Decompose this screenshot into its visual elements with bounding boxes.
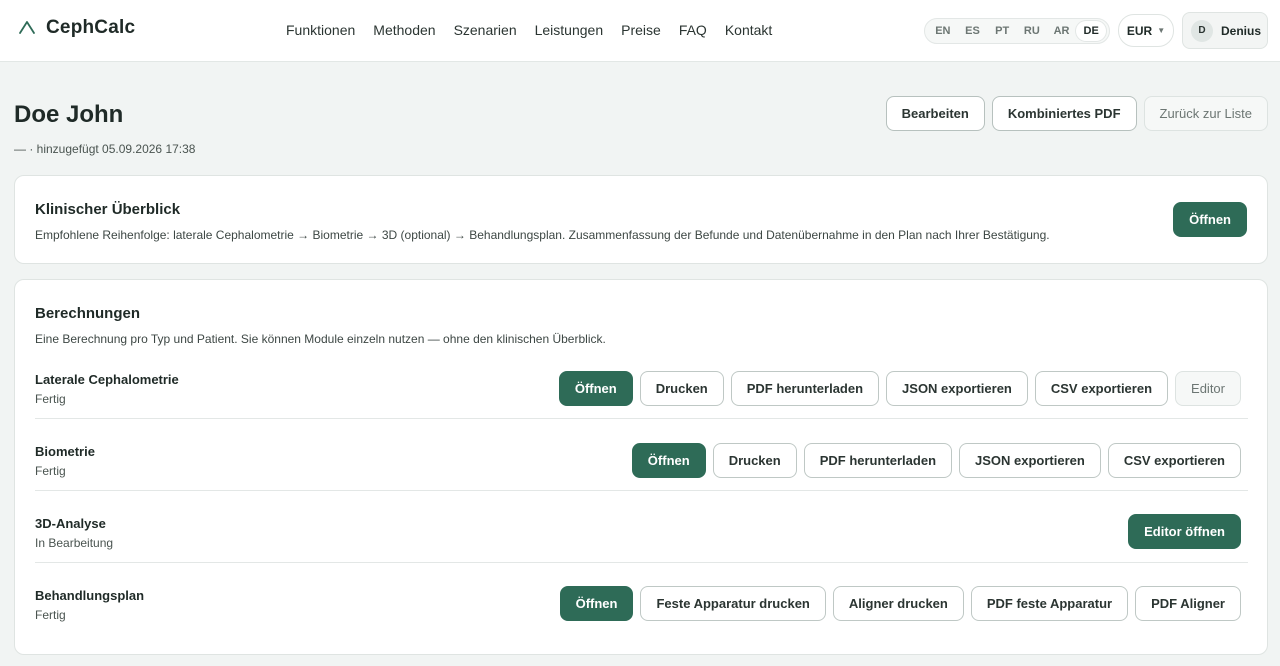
row-status: In Bearbeitung	[35, 536, 114, 550]
patient-meta: — · hinzugefügt 05.09.2026 17:38	[14, 142, 196, 156]
3d-open-editor-button[interactable]: Editor öffnen	[1128, 514, 1241, 549]
biometry-export-json-button[interactable]: JSON exportieren	[959, 443, 1101, 478]
currency-value: EUR	[1126, 23, 1153, 38]
overview-title: Klinischer Überblick	[35, 201, 181, 218]
biometry-download-pdf-button[interactable]: PDF herunterladen	[803, 443, 953, 478]
overview-description: Empfohlene Reihenfolge: laterale Cephalo…	[35, 228, 1050, 242]
nav-item-szenarien[interactable]: Szenarien	[454, 22, 517, 38]
row-name: Biometrie	[35, 444, 95, 459]
currency-select[interactable]: EUR ▼	[1118, 14, 1174, 47]
combined-pdf-button[interactable]: Kombiniertes PDF	[991, 96, 1137, 131]
plan-print-aligner-button[interactable]: Aligner drucken	[832, 586, 964, 621]
lang-pt[interactable]: PT	[987, 21, 1017, 41]
brand-name: CephCalc	[46, 17, 136, 38]
row-name: 3D-Analyse	[35, 516, 106, 531]
row-actions: Öffnen Drucken PDF herunterladen JSON ex…	[631, 443, 1241, 478]
top-navigation-bar: CephCalc Funktionen Methoden Szenarien L…	[0, 0, 1280, 62]
row-name: Behandlungsplan	[35, 588, 145, 603]
back-to-list-button[interactable]: Zurück zur Liste	[1143, 96, 1268, 131]
lang-ar[interactable]: AR	[1047, 21, 1077, 41]
calculations-card: Berechnungen Eine Berechnung pro Typ und…	[14, 279, 1268, 655]
brand-logo[interactable]: CephCalc	[16, 17, 135, 39]
biometry-export-csv-button[interactable]: CSV exportieren	[1107, 443, 1241, 478]
chevron-down-icon: ▼	[1157, 26, 1166, 35]
row-actions: Öffnen Feste Apparatur drucken Aligner d…	[559, 586, 1241, 621]
plan-open-button[interactable]: Öffnen	[559, 586, 634, 621]
edit-button[interactable]: Bearbeiten	[885, 96, 985, 131]
nav-item-faq[interactable]: FAQ	[679, 22, 707, 38]
calculations-title: Berechnungen	[35, 305, 141, 322]
user-menu-button[interactable]: D Denius	[1182, 12, 1268, 49]
ceph-open-button[interactable]: Öffnen	[558, 371, 633, 406]
plan-print-fixed-button[interactable]: Feste Apparatur drucken	[640, 586, 826, 621]
avatar: D	[1191, 19, 1213, 42]
main-nav: Funktionen Methoden Szenarien Leistungen…	[286, 22, 772, 38]
nav-item-funktionen[interactable]: Funktionen	[286, 22, 355, 38]
ceph-editor-button[interactable]: Editor	[1175, 371, 1241, 406]
language-switcher: EN ES PT RU AR DE	[924, 18, 1110, 44]
calc-row-3d-analysis: 3D-Analyse In Bearbeitung Editor öffnen	[35, 491, 1248, 563]
calc-row-lateral-cephalometry: Laterale Cephalometrie Fertig Öffnen Dru…	[35, 347, 1248, 419]
calc-row-treatment-plan: Behandlungsplan Fertig Öffnen Feste Appa…	[35, 563, 1248, 635]
page-title: Doe John	[14, 101, 124, 128]
row-status: Fertig	[35, 392, 66, 406]
user-name: Denius	[1221, 23, 1262, 38]
ceph-print-button[interactable]: Drucken	[639, 371, 724, 406]
row-status: Fertig	[35, 464, 66, 478]
patient-actions: Bearbeiten Kombiniertes PDF Zurück zur L…	[885, 96, 1268, 131]
biometry-open-button[interactable]: Öffnen	[631, 443, 706, 478]
calc-row-biometry: Biometrie Fertig Öffnen Drucken PDF heru…	[35, 419, 1248, 491]
nav-item-preise[interactable]: Preise	[621, 22, 661, 38]
logo-icon	[19, 21, 35, 34]
overview-open-button[interactable]: Öffnen	[1173, 202, 1247, 237]
ceph-download-pdf-button[interactable]: PDF herunterladen	[730, 371, 880, 406]
plan-pdf-fixed-button[interactable]: PDF feste Apparatur	[970, 586, 1129, 621]
row-actions: Öffnen Drucken PDF herunterladen JSON ex…	[558, 371, 1241, 406]
nav-item-leistungen[interactable]: Leistungen	[535, 22, 604, 38]
lang-ru[interactable]: RU	[1017, 21, 1047, 41]
row-name: Laterale Cephalometrie	[35, 372, 179, 387]
row-actions: Editor öffnen	[1128, 514, 1241, 549]
lang-es[interactable]: ES	[958, 21, 988, 41]
ceph-export-csv-button[interactable]: CSV exportieren	[1034, 371, 1169, 406]
clinical-overview-card: Klinischer Überblick Empfohlene Reihenfo…	[14, 175, 1268, 264]
row-status: Fertig	[35, 608, 66, 622]
lang-de[interactable]: DE	[1076, 21, 1107, 41]
calculations-description: Eine Berechnung pro Typ und Patient. Sie…	[35, 332, 606, 346]
lang-en[interactable]: EN	[928, 21, 958, 41]
biometry-print-button[interactable]: Drucken	[712, 443, 797, 478]
ceph-export-json-button[interactable]: JSON exportieren	[886, 371, 1028, 406]
nav-item-methoden[interactable]: Methoden	[373, 22, 435, 38]
nav-item-kontakt[interactable]: Kontakt	[725, 22, 772, 38]
plan-pdf-aligner-button[interactable]: PDF Aligner	[1135, 586, 1241, 621]
